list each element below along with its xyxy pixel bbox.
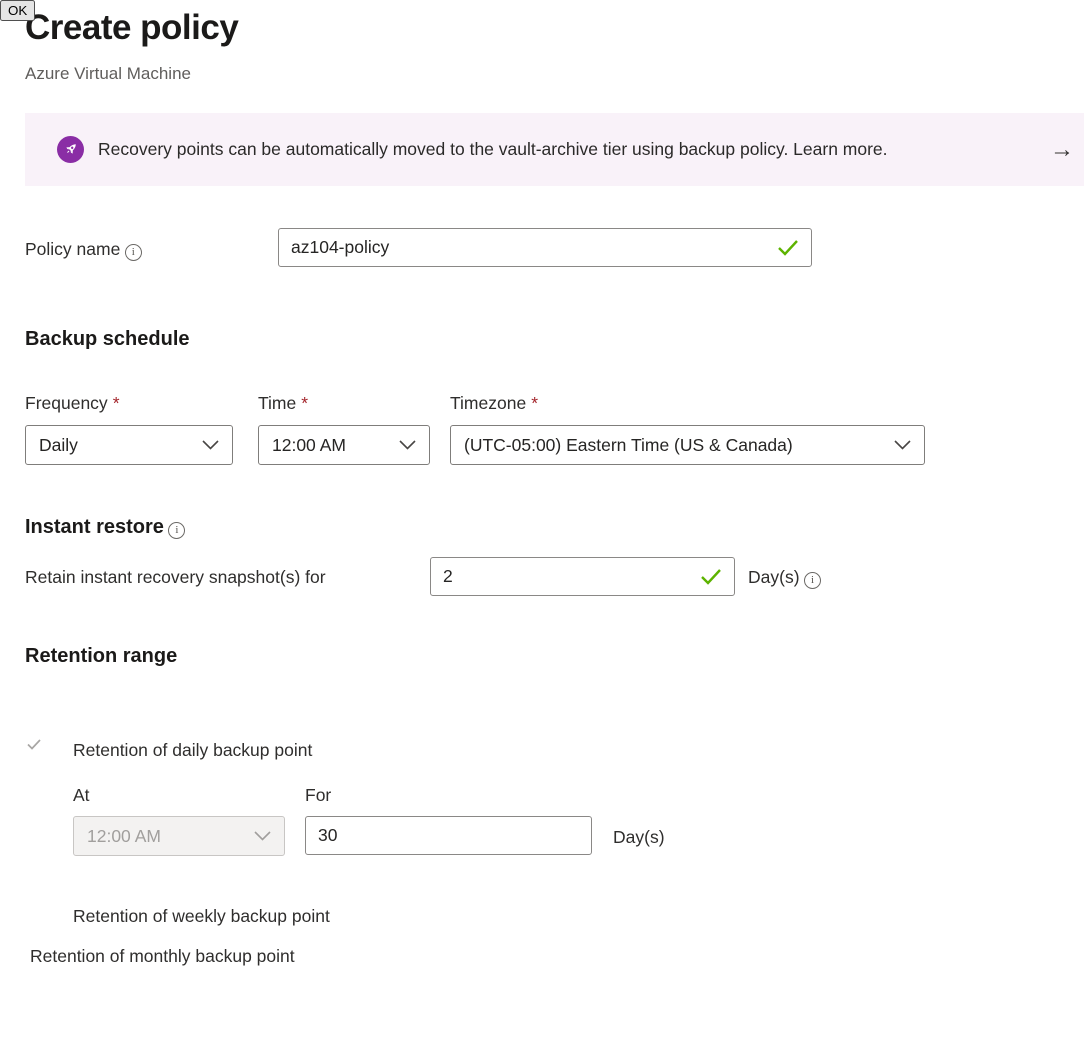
chevron-down-icon [202, 440, 219, 450]
frequency-dropdown[interactable]: Daily [25, 425, 233, 465]
instant-restore-heading-row: Instant restore i [25, 516, 185, 539]
snapshot-days-field [430, 557, 735, 596]
ok-button[interactable]: OK [0, 0, 35, 21]
footer-bar: OK [0, 0, 35, 21]
info-icon[interactable]: i [168, 522, 185, 539]
info-icon[interactable]: i [125, 244, 142, 261]
time-value: 12:00 AM [272, 435, 346, 456]
snapshot-days-input[interactable] [431, 566, 700, 587]
clipped-next-row: Retention of monthly backup point [30, 946, 590, 954]
page-title: Create policy [25, 8, 238, 48]
backup-schedule-heading: Backup schedule [25, 328, 190, 351]
snapshot-days-unit-row: Day(s) i [748, 567, 821, 589]
daily-for-input[interactable] [306, 825, 591, 846]
for-label: For [305, 785, 331, 806]
checkmark-icon [27, 739, 41, 750]
days-unit-label: Day(s) [613, 827, 665, 848]
chevron-down-icon [254, 831, 271, 841]
banner-message: Recovery points can be automatically mov… [98, 139, 888, 160]
valid-check-icon [700, 568, 722, 585]
chevron-down-icon [399, 440, 416, 450]
monthly-retention-label: Retention of monthly backup point [30, 946, 295, 966]
time-dropdown[interactable]: 12:00 AM [258, 425, 430, 465]
required-marker: * [301, 393, 308, 413]
retention-range-heading: Retention range [25, 645, 177, 668]
vault-archive-banner[interactable]: Recovery points can be automatically mov… [25, 113, 1084, 186]
chevron-down-icon [894, 440, 911, 450]
instant-restore-heading: Instant restore [25, 516, 164, 538]
daily-at-value: 12:00 AM [87, 826, 161, 847]
at-label: At [73, 785, 90, 806]
policy-name-label: Policy name [25, 239, 120, 259]
arrow-right-icon[interactable]: → [1050, 138, 1074, 162]
policy-name-input[interactable] [279, 237, 777, 258]
instant-restore-label: Retain instant recovery snapshot(s) for [25, 567, 326, 588]
create-policy-panel: Create policy Azure Virtual Machine Reco… [0, 0, 1084, 1040]
page-subtitle: Azure Virtual Machine [25, 64, 191, 84]
required-marker: * [531, 393, 538, 413]
frequency-label: Frequency* [25, 393, 120, 414]
timezone-label: Timezone* [450, 393, 538, 414]
daily-retention-checkbox [27, 737, 41, 755]
time-label: Time* [258, 393, 308, 414]
frequency-value: Daily [39, 435, 78, 456]
daily-retention-label: Retention of daily backup point [73, 740, 312, 761]
weekly-retention-label: Retention of weekly backup point [73, 906, 330, 927]
rocket-icon [57, 136, 84, 163]
valid-check-icon [777, 239, 799, 256]
daily-for-field [305, 816, 592, 855]
policy-name-field [278, 228, 812, 267]
required-marker: * [113, 393, 120, 413]
timezone-value: (UTC-05:00) Eastern Time (US & Canada) [464, 435, 793, 456]
timezone-dropdown[interactable]: (UTC-05:00) Eastern Time (US & Canada) [450, 425, 925, 465]
info-icon[interactable]: i [804, 572, 821, 589]
days-unit-label: Day(s) [748, 567, 800, 587]
policy-name-row: Policy name i [25, 239, 142, 261]
daily-at-dropdown: 12:00 AM [73, 816, 285, 856]
